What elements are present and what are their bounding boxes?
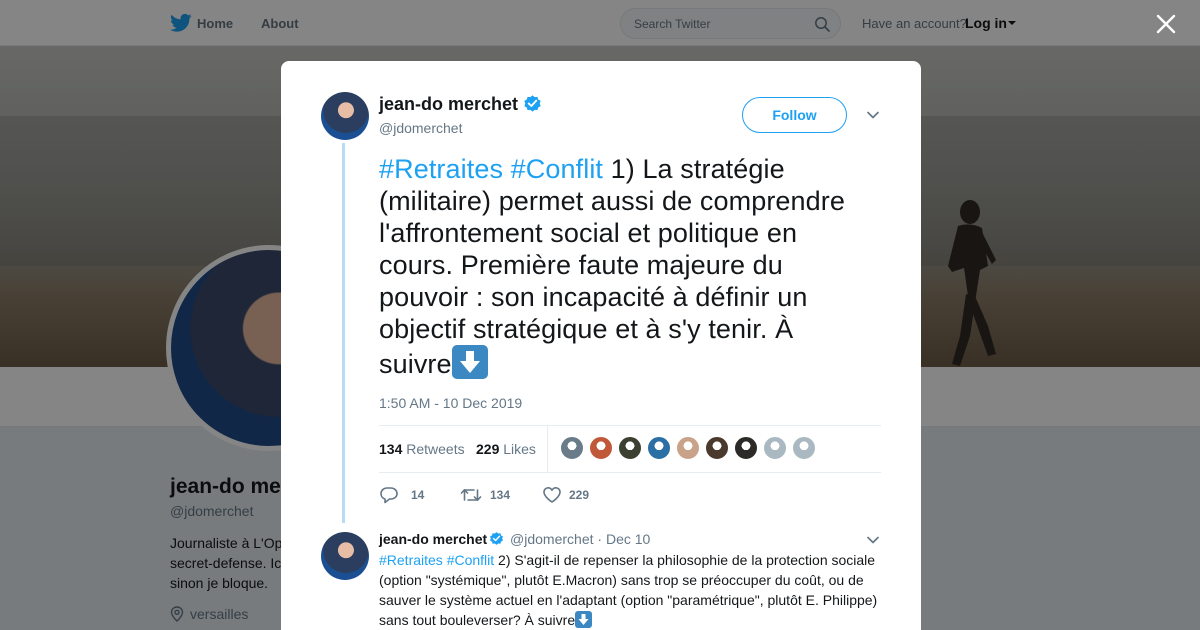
liker-avatar[interactable] [734, 436, 758, 460]
down-arrow-emoji-icon [451, 345, 488, 379]
reply-date[interactable]: Dec 10 [606, 531, 650, 547]
retweet-icon [460, 489, 482, 501]
tweet-author-handle[interactable]: @jdomerchet [379, 120, 462, 136]
liker-avatar[interactable] [647, 436, 671, 460]
reply-author-name[interactable]: jean-do merchet [379, 531, 487, 547]
liker-avatar[interactable] [676, 436, 700, 460]
close-icon[interactable] [1155, 13, 1177, 35]
liker-avatar[interactable] [763, 436, 787, 460]
thread-connector-line [342, 143, 345, 523]
tweet-body: 1) La stratégie (militaire) permet aussi… [379, 154, 845, 379]
retweets-stat[interactable]: 134 Retweets [379, 441, 465, 457]
likes-label: Likes [503, 441, 536, 457]
tweet-modal: jean-do merchet @jdomerchet Follow #Retr… [281, 61, 921, 630]
verified-badge-icon [490, 532, 504, 545]
heart-icon [543, 487, 561, 503]
hashtag-link[interactable]: #Retraites [379, 552, 443, 568]
like-count: 229 [569, 488, 590, 502]
retweet-count: 134 [490, 488, 511, 502]
liker-avatar[interactable] [560, 436, 584, 460]
chevron-down-icon[interactable] [866, 110, 880, 120]
likes-count: 229 [476, 441, 500, 457]
tweet-timestamp[interactable]: 1:50 AM - 10 Dec 2019 [379, 395, 522, 411]
tweet-author-name[interactable]: jean-do merchet [379, 94, 518, 115]
reply-icon [380, 487, 398, 504]
follow-button[interactable]: Follow [742, 97, 847, 133]
likes-stat[interactable]: 229 Likes [476, 441, 536, 457]
liker-avatar[interactable] [792, 436, 816, 460]
like-button[interactable]: 229 [542, 484, 602, 506]
reply-text: #Retraites #Conflit 2) S'agit-il de repe… [379, 550, 879, 630]
reply-author-avatar[interactable] [321, 532, 369, 580]
tweet-text: #Retraites #Conflit 1) La stratégie (mil… [379, 153, 869, 380]
retweets-count: 134 [379, 441, 403, 457]
down-arrow-emoji-icon [575, 611, 593, 628]
hashtag-link[interactable]: #Conflit [447, 552, 494, 568]
liker-avatar[interactable] [705, 436, 729, 460]
liker-avatar[interactable] [618, 436, 642, 460]
reply-author-handle[interactable]: @jdomerchet [510, 531, 593, 547]
verified-badge-icon [524, 95, 541, 112]
chevron-down-icon[interactable] [866, 535, 880, 545]
reply-count: 14 [411, 488, 425, 502]
reply-button[interactable]: 14 [379, 484, 429, 506]
hashtag-link[interactable]: #Conflit [511, 154, 603, 184]
liker-avatar[interactable] [589, 436, 613, 460]
retweet-button[interactable]: 134 [460, 484, 520, 506]
reply-header: jean-do merchet @jdomerchet · Dec 10 [379, 531, 650, 547]
reply-separator: · [597, 531, 603, 547]
tweet-stats: 134 Retweets 229 Likes [379, 425, 881, 473]
retweets-label: Retweets [406, 441, 465, 457]
hashtag-link[interactable]: #Retraites [379, 154, 503, 184]
tweet-author-avatar[interactable] [321, 92, 369, 140]
stats-divider [547, 426, 548, 473]
